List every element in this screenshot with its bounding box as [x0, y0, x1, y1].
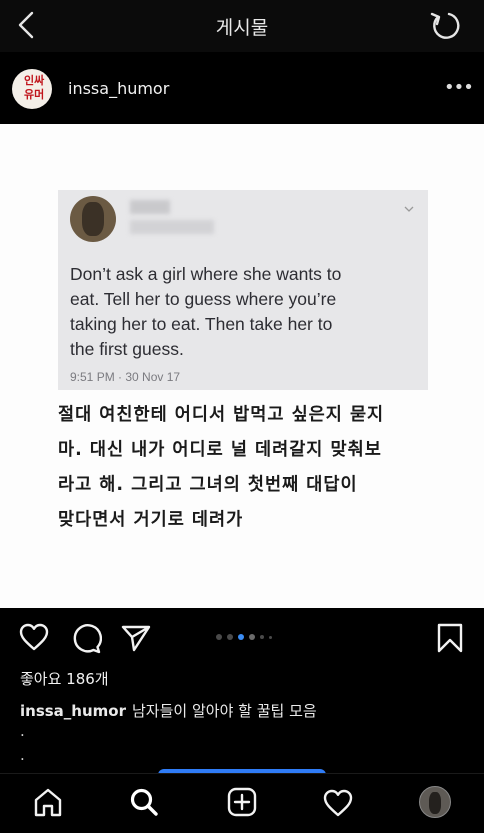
carousel-dot-active: [238, 634, 244, 640]
korean-translation-text: 절대 여친한테 어디서 밥먹고 싶은지 묻지 마. 대신 내가 어디로 널 데려…: [58, 405, 385, 530]
carousel-dot: [249, 634, 255, 640]
post-header: 인싸 유머 inssa_humor •••: [0, 52, 484, 124]
blurred-handle: [130, 220, 214, 234]
refresh-icon[interactable]: [428, 8, 464, 44]
caption-ellipsis: .: [20, 722, 25, 740]
carousel-dot: [216, 634, 222, 640]
likes-count[interactable]: 좋아요 186개: [20, 668, 109, 689]
home-icon[interactable]: [32, 786, 64, 822]
carousel-indicator: [210, 634, 290, 642]
avatar-text-bottom: 유머: [24, 88, 45, 101]
more-options-icon[interactable]: •••: [444, 77, 474, 98]
page-title: 게시물: [215, 17, 269, 39]
activity-heart-icon[interactable]: [322, 788, 354, 822]
chevron-left-icon[interactable]: [14, 10, 40, 40]
caption-ellipsis: .: [20, 746, 25, 764]
caption-text: 남자들이 알아야 할 꿀팁 모음: [132, 702, 317, 720]
post-image[interactable]: Don’t ask a girl where she wants to eat.…: [0, 124, 484, 608]
chevron-down-icon: [404, 202, 414, 216]
carousel-dot: [260, 635, 264, 639]
bookmark-icon[interactable]: [436, 622, 464, 658]
caption-username[interactable]: inssa_humor: [20, 702, 126, 720]
share-icon[interactable]: [120, 624, 152, 656]
carousel-dot: [269, 635, 272, 639]
tweet-avatar: [70, 196, 116, 242]
add-post-icon[interactable]: [226, 786, 258, 822]
top-navigation-bar: 게시물: [0, 0, 484, 52]
profile-avatar[interactable]: [419, 786, 451, 818]
tweet-timestamp: 9:51 PM · 30 Nov 17: [70, 370, 181, 384]
comment-icon[interactable]: [70, 622, 103, 658]
post-caption: inssa_humor 남자들이 알아야 할 꿀팁 모음: [20, 700, 470, 721]
author-username[interactable]: inssa_humor: [68, 79, 169, 98]
tweet-screenshot: Don’t ask a girl where she wants to eat.…: [58, 190, 428, 390]
heart-icon[interactable]: [18, 622, 50, 656]
blurred-display-name: [130, 200, 170, 214]
avatar-text-top: 인싸: [24, 74, 45, 87]
carousel-dot: [227, 634, 233, 640]
author-avatar[interactable]: 인싸 유머: [12, 69, 52, 109]
tweet-text: Don’t ask a girl where she wants to eat.…: [70, 264, 342, 359]
search-icon[interactable]: [128, 786, 160, 822]
